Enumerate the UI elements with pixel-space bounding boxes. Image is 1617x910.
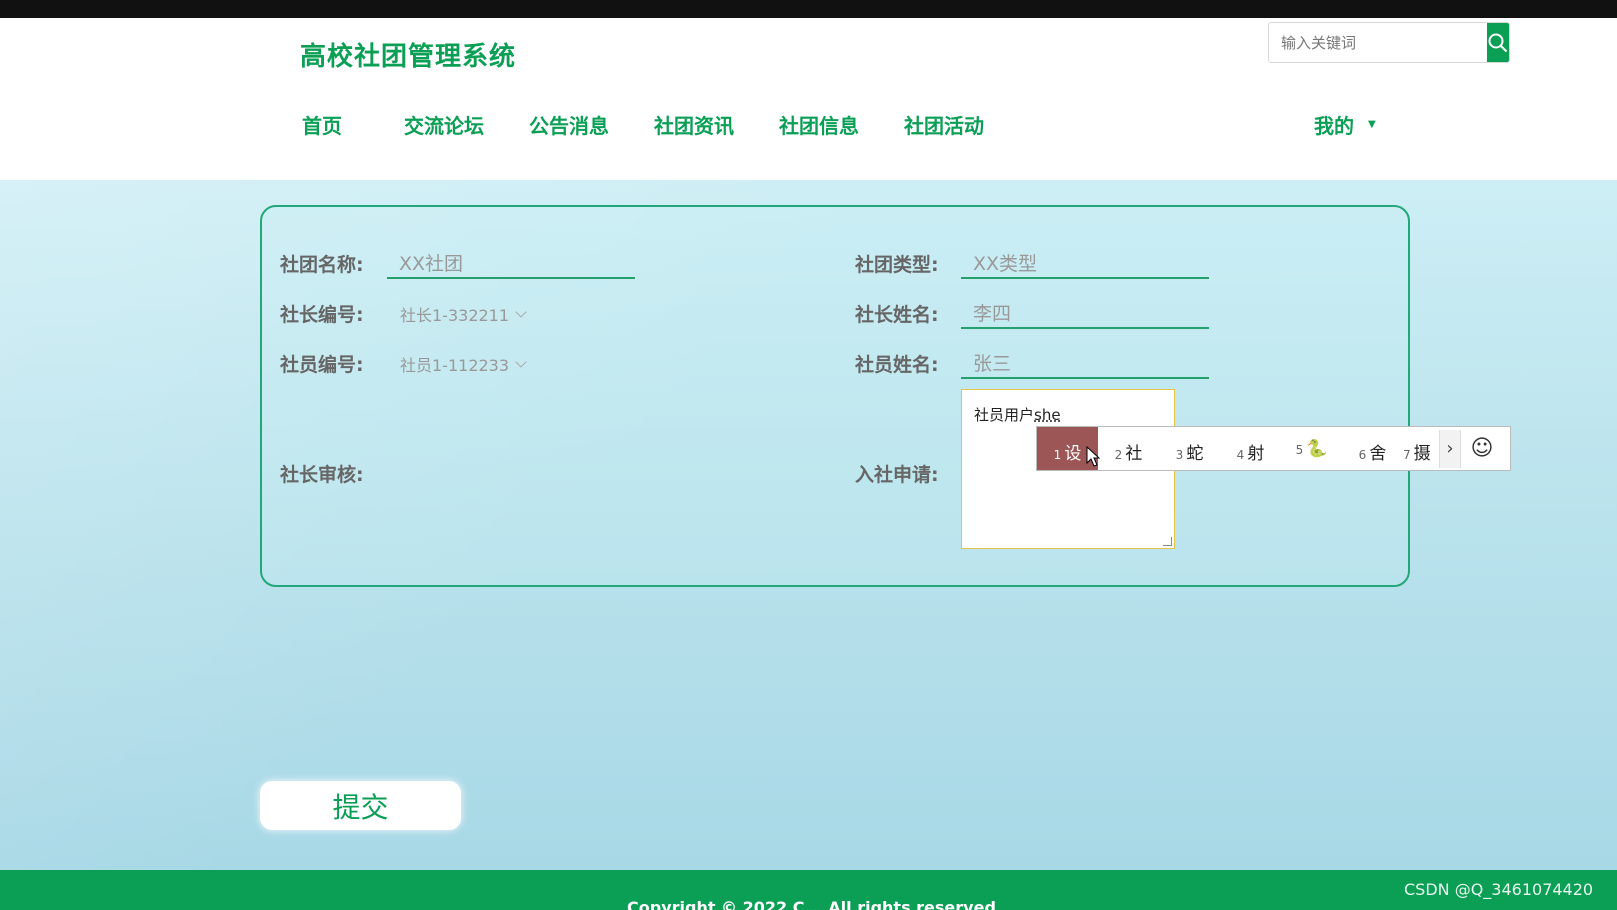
nav-notices[interactable]: 公告消息 — [529, 110, 609, 139]
ime-candidate[interactable]: 3蛇 — [1159, 427, 1220, 470]
candidate-number: 4 — [1236, 448, 1245, 462]
nav-club-info[interactable]: 社团信息 — [779, 110, 859, 139]
site-title[interactable]: 高校社团管理系统 — [300, 36, 516, 73]
caret-down-icon: ▼ — [1368, 119, 1376, 130]
club-type-field[interactable]: XX类型 — [961, 245, 1209, 279]
mouse-cursor-icon — [1086, 446, 1100, 467]
candidate-text: 舍 — [1369, 444, 1387, 464]
apply-text-composing: she — [1034, 406, 1061, 424]
site-header: 高校社团管理系统 首页 交流论坛 公告消息 社团资讯 社团信息 社团活动 我的 … — [0, 18, 1617, 180]
member-id-select[interactable]: 社员1-112233 — [400, 352, 527, 376]
search-input[interactable] — [1269, 23, 1487, 62]
my-menu-label: 我的 — [1314, 114, 1354, 138]
chevron-down-icon — [515, 356, 527, 368]
club-type-label: 社团类型: — [855, 254, 939, 276]
candidate-text: 蛇 — [1186, 444, 1204, 464]
apply-text-committed: 社员用户 — [974, 406, 1035, 424]
ime-candidate[interactable]: 4射 — [1220, 427, 1281, 470]
leader-id-select[interactable]: 社长1-332211 — [400, 302, 527, 326]
snake-emoji-icon: 🐍 — [1306, 439, 1328, 459]
member-name-field[interactable]: 张三 — [961, 345, 1209, 379]
candidate-number: 1 — [1053, 448, 1062, 462]
watermark: CSDN @Q_3461074420 — [1404, 880, 1594, 899]
search-box — [1268, 22, 1510, 63]
footer: Copyright © 2022 C... All rights reserve… — [0, 870, 1617, 910]
browser-topbar — [0, 0, 1617, 18]
leader-name-label: 社长姓名: — [855, 304, 939, 326]
copyright-text: Copyright © 2022 C... All rights reserve… — [627, 898, 996, 910]
ime-candidate[interactable]: 7摄 — [1403, 427, 1439, 470]
apply-label: 入社申请: — [855, 464, 939, 486]
ime-candidate[interactable]: 5 🐍 — [1281, 427, 1342, 470]
submit-button[interactable]: 提交 — [260, 781, 461, 830]
leader-id-label: 社长编号: — [280, 304, 364, 326]
ime-next-page-icon[interactable]: › — [1439, 429, 1461, 468]
candidate-text: 设 — [1064, 444, 1082, 464]
candidate-text: 射 — [1247, 444, 1265, 464]
club-name-label: 社团名称: — [280, 254, 364, 276]
member-name-label: 社员姓名: — [855, 354, 939, 376]
nav-club-activities[interactable]: 社团活动 — [904, 110, 984, 139]
candidate-number: 5 — [1295, 443, 1304, 457]
member-id-value: 社员1-112233 — [400, 356, 510, 375]
resize-handle[interactable] — [1163, 537, 1172, 546]
club-name-field[interactable]: XX社团 — [387, 245, 635, 279]
candidate-text: 摄 — [1413, 444, 1431, 464]
ime-candidate[interactable]: 6舍 — [1342, 427, 1403, 470]
leader-id-value: 社长1-332211 — [400, 306, 510, 325]
ime-candidate[interactable]: 2社 — [1098, 427, 1159, 470]
chevron-down-icon — [515, 306, 527, 318]
candidate-number: 6 — [1358, 448, 1367, 462]
emoji-icon[interactable]: ☺ — [1461, 427, 1503, 470]
leader-review-label: 社长审核: — [280, 464, 364, 486]
candidate-number: 3 — [1175, 448, 1184, 462]
candidate-number: 7 — [1403, 448, 1411, 462]
candidate-number: 2 — [1114, 448, 1123, 462]
member-id-label: 社员编号: — [280, 354, 364, 376]
main-nav: 首页 交流论坛 公告消息 社团资讯 社团信息 社团活动 — [302, 110, 1029, 139]
nav-club-news[interactable]: 社团资讯 — [654, 110, 734, 139]
my-menu[interactable]: 我的 ▼ — [1314, 110, 1376, 139]
search-button[interactable] — [1487, 23, 1509, 62]
search-icon — [1488, 33, 1508, 52]
nav-forum[interactable]: 交流论坛 — [404, 110, 484, 139]
candidate-text: 社 — [1125, 444, 1143, 464]
ime-candidate-bar: 1设 2社 3蛇 4射 5 🐍 6舍 7摄 › ☺ — [1036, 426, 1511, 471]
nav-home[interactable]: 首页 — [302, 110, 342, 139]
leader-name-field[interactable]: 李四 — [961, 295, 1209, 329]
